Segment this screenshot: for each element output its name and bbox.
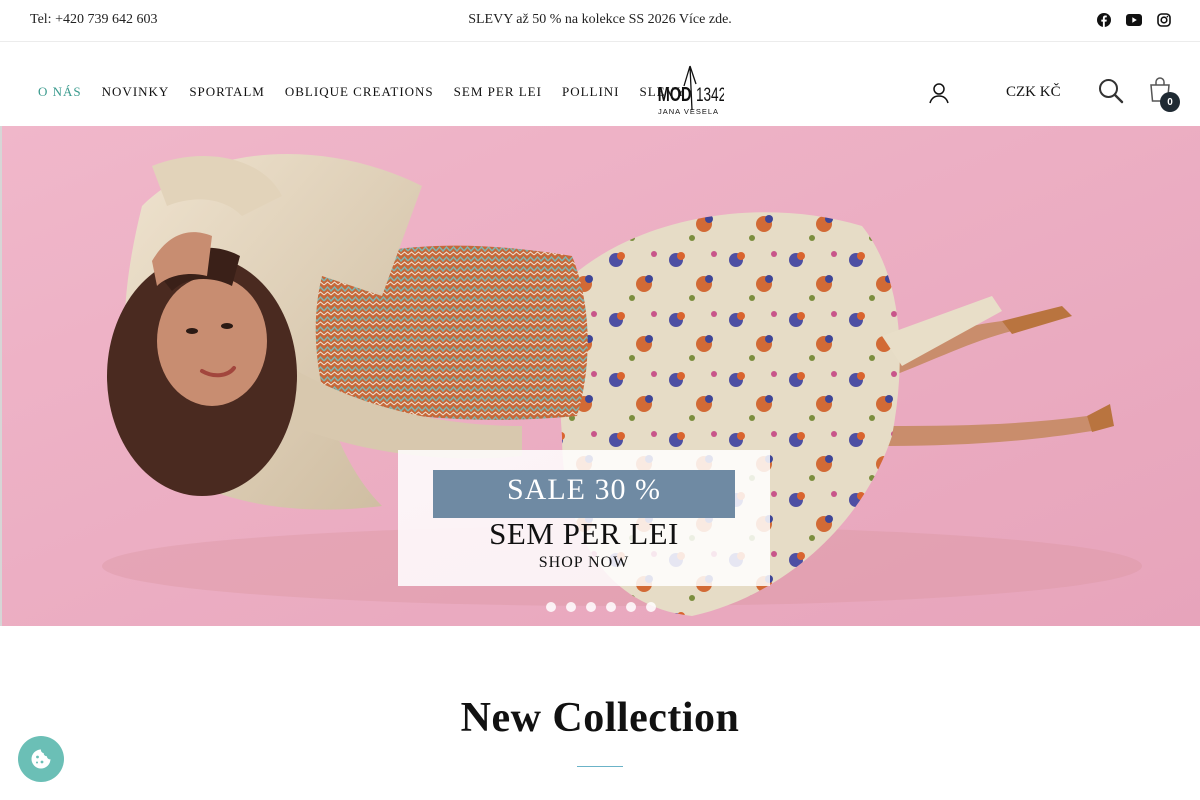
phone-number[interactable]: Tel: +420 739 642 603 [30, 12, 157, 28]
currency-selector[interactable]: CZK KČ [1006, 84, 1061, 101]
slider-dot-3[interactable] [586, 602, 596, 612]
promo-text[interactable]: SLEVY až 50 % na kolekce SS 2026 Více zd… [468, 12, 732, 27]
slider-dot-1[interactable] [546, 602, 556, 612]
nav-item-pollini[interactable]: POLLINI [562, 85, 620, 99]
svg-text:1342: 1342 [696, 84, 724, 106]
promo-brand: SEM PER LEI [489, 516, 679, 551]
nav-item-o-nas[interactable]: O NÁS [38, 85, 82, 99]
cookie-settings-button[interactable] [18, 736, 64, 782]
main-nav: O NÁS NOVINKY SPORTALM OBLIQUE CREATIONS… [38, 85, 686, 99]
main-header: O NÁS NOVINKY SPORTALM OBLIQUE CREATIONS… [0, 42, 1200, 126]
youtube-icon[interactable] [1126, 12, 1142, 28]
promo-banner: SLEVY až 50 % na kolekce SS 2026 Více zd… [0, 12, 1200, 28]
slider-dot-5[interactable] [626, 602, 636, 612]
hero-slider[interactable]: SALE 30 % SEM PER LEI SHOP NOW [0, 126, 1200, 626]
slider-dot-2[interactable] [566, 602, 576, 612]
nav-item-novinky[interactable]: NOVINKY [102, 85, 170, 99]
nav-item-sem-per-lei[interactable]: SEM PER LEI [454, 85, 542, 99]
section-divider [577, 766, 623, 767]
slider-dots [546, 602, 656, 612]
slider-dot-6[interactable] [646, 602, 656, 612]
nav-item-oblique-creations[interactable]: OBLIQUE CREATIONS [285, 85, 434, 99]
section-title: New Collection [460, 695, 740, 741]
cart-count-badge: 0 [1160, 92, 1180, 112]
svg-text:JANA VESELA: JANA VESELA [658, 107, 719, 116]
hero-promo-box[interactable]: SALE 30 % SEM PER LEI SHOP NOW [398, 450, 770, 586]
search-icon[interactable] [1098, 78, 1124, 104]
nav-item-sportalm[interactable]: SPORTALM [189, 85, 265, 99]
cookie-icon [31, 749, 51, 769]
slider-dot-4[interactable] [606, 602, 616, 612]
facebook-icon[interactable] [1096, 12, 1112, 28]
cart-button[interactable]: 0 [1146, 76, 1180, 112]
instagram-icon[interactable] [1156, 12, 1172, 28]
site-logo[interactable]: MOD 1342 JANA VESELA [656, 64, 726, 116]
shop-now-link[interactable]: SHOP NOW [398, 554, 770, 572]
account-icon[interactable] [928, 82, 950, 104]
svg-text:MOD: MOD [658, 83, 692, 106]
sale-label: SALE 30 % [433, 470, 735, 518]
social-links [1096, 12, 1172, 28]
top-bar: Tel: +420 739 642 603 SLEVY až 50 % na k… [0, 0, 1200, 42]
